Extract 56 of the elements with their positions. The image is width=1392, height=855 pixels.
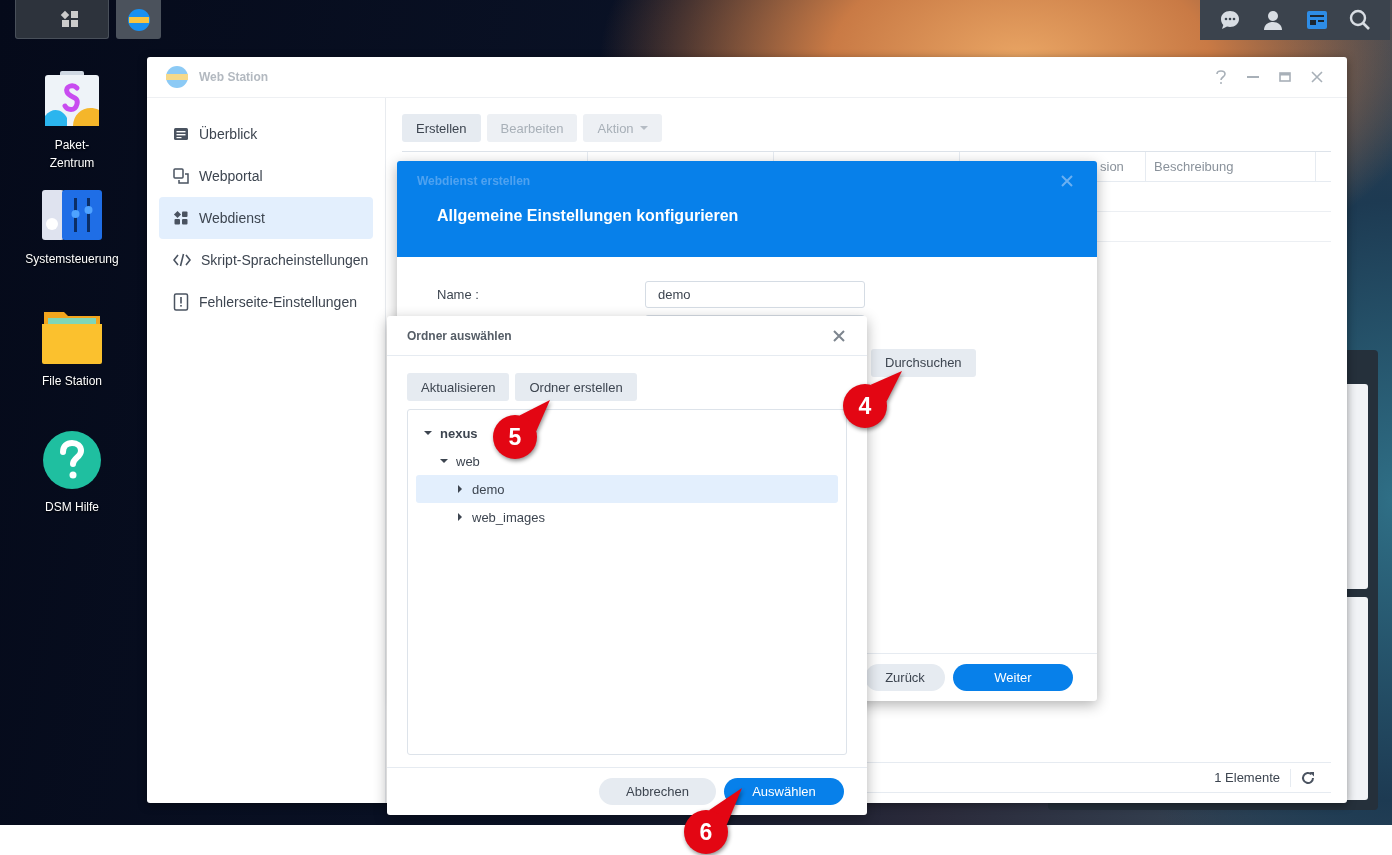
code-icon — [173, 252, 191, 268]
chat-icon[interactable] — [1218, 9, 1241, 31]
cancel-button[interactable]: Abbrechen — [599, 778, 716, 805]
sidebar-item[interactable]: Überblick — [159, 113, 373, 155]
item-count: 1 Elemente — [1214, 770, 1280, 785]
step-callout: 5 — [493, 400, 550, 459]
warning-page-icon — [173, 293, 189, 311]
widgets-icon[interactable] — [1305, 9, 1328, 31]
search-icon[interactable] — [1349, 9, 1372, 31]
document-icon — [173, 126, 189, 142]
field-label: Name : — [437, 287, 480, 302]
toolbar-button[interactable]: Erstellen — [402, 114, 481, 142]
sidebar-item[interactable]: Fehlerseite-Einstellungen — [159, 281, 373, 323]
caret-down-icon[interactable] — [440, 457, 448, 465]
taskbar-app-button[interactable] — [116, 0, 161, 39]
grid-icon — [60, 9, 80, 29]
caret-down-icon[interactable] — [424, 429, 432, 437]
caret-right-icon[interactable] — [456, 513, 464, 521]
help-icon[interactable] — [42, 430, 102, 490]
toolbar-button[interactable]: Aktualisieren — [407, 373, 510, 401]
desktop-icon-label[interactable]: Systemsteuerung — [22, 250, 122, 268]
toolbar-button[interactable]: Ordner erstellen — [515, 373, 637, 401]
globe-icon — [126, 7, 151, 32]
shopping-bag-icon[interactable] — [43, 70, 101, 128]
tree-item[interactable]: demo — [416, 475, 838, 503]
column-header: sion — [1100, 159, 1124, 174]
caret-right-icon[interactable] — [456, 485, 464, 493]
browse-button[interactable]: Durchsuchen — [871, 348, 976, 377]
step-callout: 4 — [843, 371, 902, 428]
select-button[interactable]: Auswählen — [724, 778, 844, 805]
dialog-title: Allgemeine Einstellungen konfigurieren — [437, 207, 740, 225]
next-button[interactable]: Weiter — [953, 664, 1073, 691]
tree-item[interactable]: web — [416, 447, 488, 475]
sidebar-item[interactable]: Webportal — [159, 155, 373, 197]
close-icon[interactable] — [833, 329, 845, 342]
control-panel-icon[interactable] — [42, 190, 102, 242]
grid-icon — [173, 210, 189, 226]
desktop-icon-label[interactable]: Paket-Zentrum — [42, 136, 102, 172]
tree-item[interactable]: nexus — [416, 419, 486, 447]
globe-icon — [165, 65, 189, 89]
main-menu-button[interactable] — [15, 0, 109, 39]
sidebar-item[interactable]: Webdienst — [159, 197, 373, 239]
sidebar-item[interactable]: Skript-Spracheinstellungen — [159, 239, 373, 281]
back-button[interactable]: Zurück — [865, 664, 945, 691]
folder-icon[interactable] — [42, 310, 102, 364]
dialog-subtitle: Webdienst erstellen — [417, 174, 531, 188]
desktop-icon-label[interactable]: DSM Hilfe — [22, 498, 122, 516]
dialog-title: Ordner auswählen — [407, 328, 512, 343]
tree-item[interactable]: web_images — [416, 503, 553, 531]
overlapping-squares-icon — [173, 168, 189, 184]
column-header: Beschreibung — [1154, 159, 1234, 174]
desktop-icon-label[interactable]: File Station — [22, 372, 122, 390]
refresh-icon[interactable] — [1301, 770, 1315, 785]
window-title: Web Station — [199, 70, 269, 84]
name-field[interactable]: demo — [645, 281, 865, 308]
user-icon[interactable] — [1262, 9, 1285, 31]
